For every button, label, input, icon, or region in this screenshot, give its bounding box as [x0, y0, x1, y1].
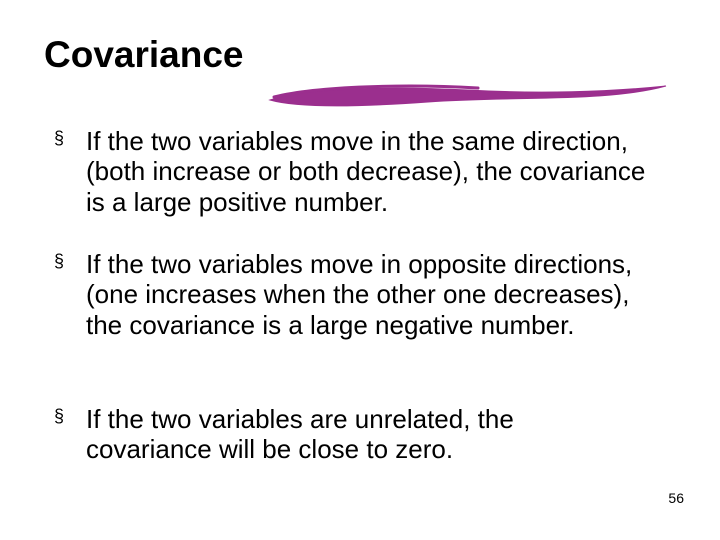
- slide-body: § If the two variables move in the same …: [44, 126, 676, 540]
- slide-title: Covariance: [44, 34, 676, 76]
- bullet-item: § If the two variables move in the same …: [54, 126, 646, 217]
- brush-underline-icon: [268, 78, 668, 112]
- bullet-text: If the two variables move in the same di…: [54, 126, 646, 217]
- title-underline: [44, 82, 676, 116]
- bullet-mark-icon: §: [54, 406, 64, 427]
- bullet-text: If the two variables move in opposite di…: [54, 249, 646, 340]
- page-number: 56: [668, 490, 684, 506]
- bullet-text: If the two variables are unrelated, the …: [54, 404, 646, 465]
- slide: Covariance § If the two variables move i…: [0, 0, 720, 540]
- bullet-mark-icon: §: [54, 128, 64, 149]
- bullet-mark-icon: §: [54, 251, 64, 272]
- bullet-item: § If the two variables move in opposite …: [54, 249, 646, 340]
- bullet-item: § If the two variables are unrelated, th…: [54, 404, 646, 465]
